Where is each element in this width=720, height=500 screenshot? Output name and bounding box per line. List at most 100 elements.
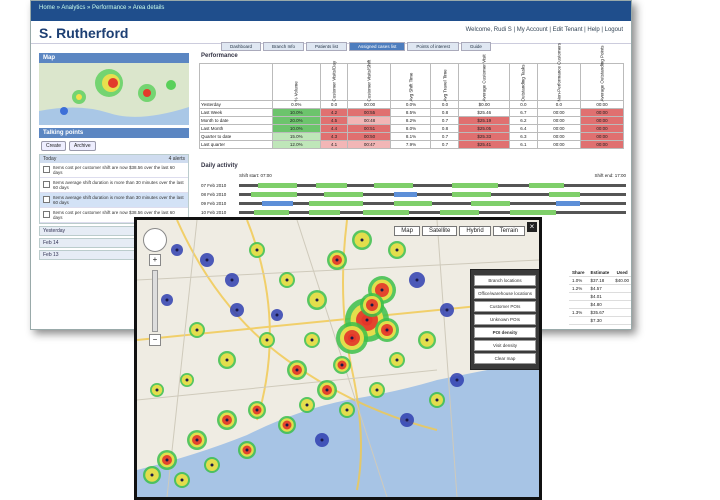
tab-4[interactable]: Points of interest (407, 42, 459, 51)
poi-marker[interactable] (235, 308, 239, 312)
timeline-segment[interactable] (471, 201, 510, 206)
talking-point-item[interactable]: Items average shift duration is more tha… (40, 178, 188, 193)
timeline-segment[interactable] (451, 183, 499, 188)
layer-button[interactable]: POI density (474, 327, 536, 338)
timeline-segment[interactable] (258, 183, 298, 188)
timeline-segment[interactable] (529, 183, 565, 188)
timeline-segment[interactable] (308, 201, 363, 206)
close-icon[interactable]: × (527, 222, 537, 232)
layer-button[interactable]: Office/warehouse locations (474, 288, 536, 299)
poi-marker[interactable] (180, 478, 184, 482)
talking-point-item[interactable]: Items average shift duration is more tha… (40, 193, 188, 208)
layer-button[interactable]: Unknown POIs (474, 314, 536, 325)
tab-5[interactable]: Guide (460, 42, 491, 51)
poi-marker[interactable] (195, 328, 199, 332)
zoom-out-button[interactable]: − (149, 334, 161, 346)
tab-2[interactable]: Patients list (306, 42, 348, 51)
user-links[interactable]: Welcome, Rudi S | My Account | Edit Tena… (466, 27, 623, 33)
timeline-segment[interactable] (316, 183, 348, 188)
map-type-button[interactable]: Terrain (492, 226, 525, 236)
poi-marker[interactable] (345, 408, 349, 412)
poi-marker[interactable] (255, 408, 259, 412)
tab-3[interactable]: Assigned cases list (349, 42, 406, 51)
talking-point-checkbox[interactable] (43, 181, 50, 188)
talking-point-item[interactable]: Items cost per customer shift are now $3… (40, 163, 188, 178)
poi-marker[interactable] (305, 403, 309, 407)
poi-marker[interactable] (340, 363, 344, 367)
poi-marker[interactable] (380, 288, 384, 292)
poi-marker[interactable] (165, 458, 169, 462)
poi-marker[interactable] (150, 473, 154, 477)
poi-marker[interactable] (265, 338, 269, 342)
archive-button[interactable]: Archive (69, 141, 96, 151)
timeline-segment[interactable] (548, 192, 580, 197)
timeline-bar[interactable] (239, 183, 626, 188)
today-group-header[interactable]: Today 4 alerts (40, 155, 188, 163)
poi-marker[interactable] (310, 338, 314, 342)
poi-marker[interactable] (425, 338, 429, 342)
poi-marker[interactable] (315, 298, 319, 302)
poi-marker[interactable] (230, 278, 234, 282)
timeline-segment[interactable] (451, 192, 491, 197)
poi-marker[interactable] (195, 438, 199, 442)
map-type-button[interactable]: Map (394, 226, 420, 236)
poi-marker[interactable] (285, 423, 289, 427)
poi-marker[interactable] (155, 388, 159, 392)
poi-marker[interactable] (405, 418, 409, 422)
poi-marker[interactable] (445, 308, 449, 312)
poi-marker[interactable] (365, 318, 369, 322)
poi-marker[interactable] (335, 258, 339, 262)
poi-marker[interactable] (205, 258, 209, 262)
create-button[interactable]: Create (41, 141, 67, 151)
poi-marker[interactable] (325, 388, 329, 392)
zoom-slider[interactable] (152, 270, 158, 332)
poi-marker[interactable] (435, 398, 439, 402)
layer-button[interactable]: Visit density (474, 340, 536, 351)
timeline-segment[interactable] (440, 210, 479, 215)
poi-marker[interactable] (395, 358, 399, 362)
poi-marker[interactable] (275, 313, 279, 317)
zoom-in-button[interactable]: + (149, 254, 161, 266)
mini-map[interactable] (39, 63, 189, 125)
poi-marker[interactable] (320, 438, 324, 442)
timeline-segment[interactable] (250, 192, 298, 197)
timeline-segment[interactable] (308, 210, 340, 215)
poi-marker[interactable] (175, 248, 179, 252)
timeline-segment[interactable] (374, 183, 414, 188)
map-type-button[interactable]: Satellite (421, 226, 458, 236)
poi-marker[interactable] (225, 418, 229, 422)
layer-button[interactable]: Clear map (474, 353, 536, 364)
timeline-segment[interactable] (509, 210, 557, 215)
poi-marker[interactable] (360, 238, 364, 242)
poi-marker[interactable] (375, 388, 379, 392)
layer-button[interactable]: Branch locations (474, 275, 536, 286)
tab-0[interactable]: Dashboard (221, 42, 262, 51)
layer-button[interactable]: Customer POIs (474, 301, 536, 312)
poi-marker[interactable] (225, 358, 229, 362)
poi-marker[interactable] (255, 248, 259, 252)
poi-marker[interactable] (455, 378, 459, 382)
poi-marker[interactable] (185, 378, 189, 382)
poi-marker[interactable] (245, 448, 249, 452)
talking-point-checkbox[interactable] (43, 211, 50, 218)
timeline-segment[interactable] (556, 201, 580, 206)
pan-control[interactable] (143, 228, 167, 252)
timeline-segment[interactable] (362, 210, 410, 215)
poi-marker[interactable] (210, 463, 214, 467)
poi-marker[interactable] (395, 248, 399, 252)
poi-marker[interactable] (285, 278, 289, 282)
tab-1[interactable]: Branch Info (263, 42, 305, 51)
poi-marker[interactable] (295, 368, 299, 372)
map-type-button[interactable]: Hybrid (459, 226, 491, 236)
timeline-bar[interactable] (239, 201, 626, 206)
talking-point-checkbox[interactable] (43, 166, 50, 173)
poi-marker[interactable] (415, 278, 419, 282)
timeline-segment[interactable] (393, 201, 433, 206)
timeline-segment[interactable] (324, 192, 363, 197)
poi-marker[interactable] (350, 336, 354, 340)
timeline-segment[interactable] (262, 201, 294, 206)
density-map-window[interactable]: + − Map Satellite Hybrid Terrain × Branch l… (134, 217, 542, 500)
timeline-segment[interactable] (254, 210, 290, 215)
timeline-bar[interactable] (239, 210, 626, 215)
talking-point-checkbox[interactable] (43, 196, 50, 203)
